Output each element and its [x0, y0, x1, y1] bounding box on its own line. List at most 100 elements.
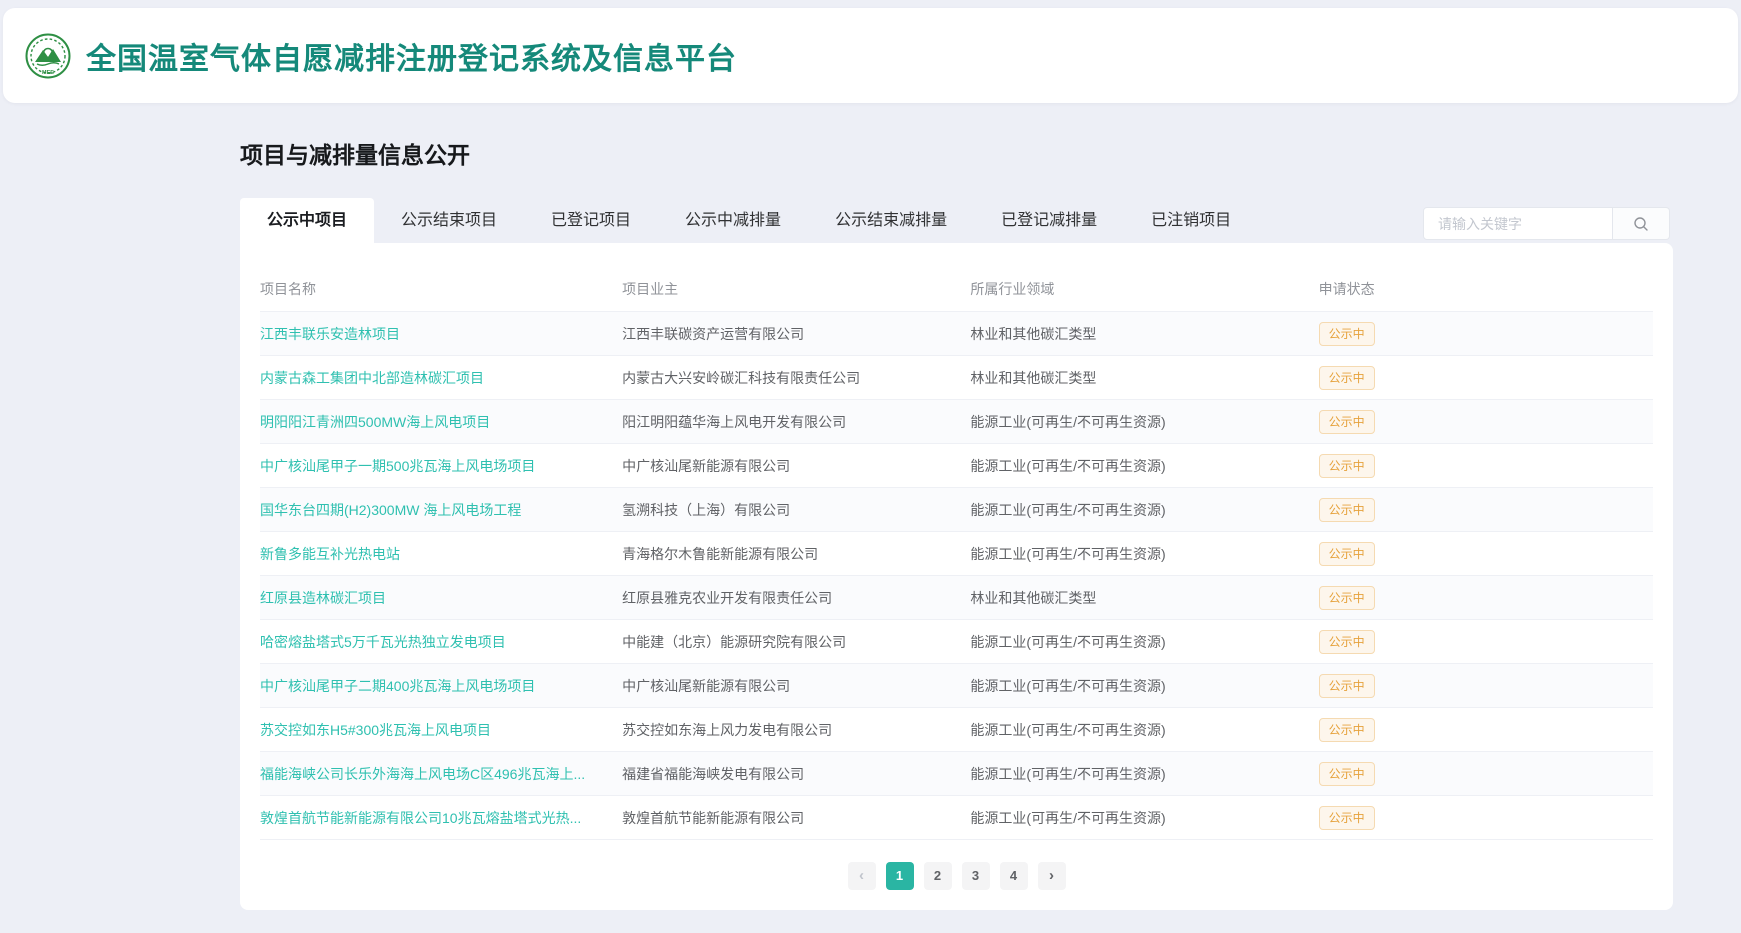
project-industry: 能源工业(可再生/不可再生资源): [970, 544, 1318, 564]
table-row: 哈密熔盐塔式5万千瓦光热独立发电项目 中能建（北京）能源研究院有限公司 能源工业…: [260, 619, 1653, 663]
tab-label: 已登记项目: [551, 212, 631, 229]
project-name-link[interactable]: 国华东台四期(H2)300MW 海上风电场工程: [260, 500, 622, 520]
section-title: 项目与减排量信息公开: [240, 103, 1673, 170]
project-status-cell: 公示中: [1319, 806, 1653, 830]
main-content: 项目与减排量信息公开 公示中项目 公示结束项目 已登记项目 公示中减排量 公示结…: [240, 103, 1673, 910]
search-icon: [1633, 216, 1649, 232]
project-name-link[interactable]: 中广核汕尾甲子二期400兆瓦海上风电场项目: [260, 676, 622, 696]
project-owner: 氢溯科技（上海）有限公司: [622, 500, 970, 520]
project-owner: 江西丰联碳资产运营有限公司: [622, 324, 970, 344]
project-name-link[interactable]: 红原县造林碳汇项目: [260, 588, 622, 608]
project-status-cell: 公示中: [1319, 586, 1653, 610]
search-button[interactable]: [1613, 207, 1670, 240]
project-name-link[interactable]: 明阳阳江青洲四500MW海上风电项目: [260, 412, 622, 432]
status-badge: 公示中: [1319, 454, 1375, 478]
project-owner: 阳江明阳蕴华海上风电开发有限公司: [622, 412, 970, 432]
project-name-link[interactable]: 内蒙古森工集团中北部造林碳汇项目: [260, 368, 622, 388]
table-row: 江西丰联乐安造林项目 江西丰联碳资产运营有限公司 林业和其他碳汇类型 公示中: [260, 311, 1653, 355]
page-number-label: 3: [972, 868, 979, 883]
chevron-right-icon[interactable]: ›: [1038, 862, 1066, 890]
project-industry: 能源工业(可再生/不可再生资源): [970, 764, 1318, 784]
project-status-cell: 公示中: [1319, 322, 1653, 346]
status-badge: 公示中: [1319, 410, 1375, 434]
svg-text:MEE: MEE: [42, 70, 54, 76]
project-industry: 能源工业(可再生/不可再生资源): [970, 632, 1318, 652]
page-number-button[interactable]: 3: [962, 862, 990, 890]
page-number-label: 1: [896, 868, 903, 883]
mee-logo-icon: MEE: [25, 33, 71, 79]
status-badge: 公示中: [1319, 322, 1375, 346]
status-badge: 公示中: [1319, 586, 1375, 610]
chevron-left-icon[interactable]: ‹: [848, 862, 876, 890]
project-industry: 能源工业(可再生/不可再生资源): [970, 500, 1318, 520]
status-badge: 公示中: [1319, 718, 1375, 742]
tab-item[interactable]: 已登记减排量: [974, 198, 1124, 243]
project-name-link[interactable]: 哈密熔盐塔式5万千瓦光热独立发电项目: [260, 632, 622, 652]
project-status-cell: 公示中: [1319, 366, 1653, 390]
tab-label: 公示中项目: [267, 212, 347, 229]
column-header-name: 项目名称: [260, 279, 622, 299]
tab-label: 公示中减排量: [685, 212, 781, 229]
column-header-industry: 所属行业领域: [970, 279, 1318, 299]
project-status-cell: 公示中: [1319, 630, 1653, 654]
page-number-label: 2: [934, 868, 941, 883]
project-name-link[interactable]: 敦煌首航节能新能源有限公司10兆瓦熔盐塔式光热...: [260, 808, 622, 828]
table-header: 项目名称 项目业主 所属行业领域 申请状态: [260, 267, 1653, 311]
tab-item[interactable]: 公示结束减排量: [808, 198, 974, 243]
project-industry: 林业和其他碳汇类型: [970, 324, 1318, 344]
column-header-owner: 项目业主: [622, 279, 970, 299]
page-number-button[interactable]: 4: [1000, 862, 1028, 890]
column-header-status: 申请状态: [1319, 279, 1653, 299]
project-owner: 红原县雅克农业开发有限责任公司: [622, 588, 970, 608]
tab-label: 公示结束项目: [401, 212, 497, 229]
pagination: ‹ 1 2 3 4 ›: [260, 862, 1653, 890]
table-row: 敦煌首航节能新能源有限公司10兆瓦熔盐塔式光热... 敦煌首航节能新能源有限公司…: [260, 795, 1653, 839]
tab-item[interactable]: 已登记项目: [524, 198, 658, 243]
table-row: 国华东台四期(H2)300MW 海上风电场工程 氢溯科技（上海）有限公司 能源工…: [260, 487, 1653, 531]
table-body: 江西丰联乐安造林项目 江西丰联碳资产运营有限公司 林业和其他碳汇类型 公示中 内…: [260, 311, 1653, 840]
project-owner: 内蒙古大兴安岭碳汇科技有限责任公司: [622, 368, 970, 388]
project-name-link[interactable]: 中广核汕尾甲子一期500兆瓦海上风电场项目: [260, 456, 622, 476]
project-industry: 林业和其他碳汇类型: [970, 368, 1318, 388]
status-badge: 公示中: [1319, 366, 1375, 390]
tab-label: 已登记减排量: [1001, 212, 1097, 229]
project-owner: 中广核汕尾新能源有限公司: [622, 676, 970, 696]
project-name-link[interactable]: 福能海峡公司长乐外海海上风电场C区496兆瓦海上...: [260, 764, 622, 784]
project-industry: 能源工业(可再生/不可再生资源): [970, 720, 1318, 740]
project-industry: 林业和其他碳汇类型: [970, 588, 1318, 608]
project-status-cell: 公示中: [1319, 454, 1653, 478]
project-name-link[interactable]: 新鲁多能互补光热电站: [260, 544, 622, 564]
table-row: 红原县造林碳汇项目 红原县雅克农业开发有限责任公司 林业和其他碳汇类型 公示中: [260, 575, 1653, 619]
project-name-link[interactable]: 苏交控如东H5#300兆瓦海上风电项目: [260, 720, 622, 740]
tab-item[interactable]: 公示中减排量: [658, 198, 808, 243]
table-row: 苏交控如东H5#300兆瓦海上风电项目 苏交控如东海上风力发电有限公司 能源工业…: [260, 707, 1653, 751]
search-box: [1423, 207, 1670, 240]
project-industry: 能源工业(可再生/不可再生资源): [970, 808, 1318, 828]
search-input[interactable]: [1423, 207, 1613, 240]
table-row: 中广核汕尾甲子二期400兆瓦海上风电场项目 中广核汕尾新能源有限公司 能源工业(…: [260, 663, 1653, 707]
project-owner: 青海格尔木鲁能新能源有限公司: [622, 544, 970, 564]
tab-item[interactable]: 公示结束项目: [374, 198, 524, 243]
project-status-cell: 公示中: [1319, 542, 1653, 566]
table-row: 内蒙古森工集团中北部造林碳汇项目 内蒙古大兴安岭碳汇科技有限责任公司 林业和其他…: [260, 355, 1653, 399]
tab-item[interactable]: 已注销项目: [1124, 198, 1258, 243]
project-owner: 苏交控如东海上风力发电有限公司: [622, 720, 970, 740]
page-number-button[interactable]: 2: [924, 862, 952, 890]
status-badge: 公示中: [1319, 674, 1375, 698]
project-owner: 敦煌首航节能新能源有限公司: [622, 808, 970, 828]
table-row: 中广核汕尾甲子一期500兆瓦海上风电场项目 中广核汕尾新能源有限公司 能源工业(…: [260, 443, 1653, 487]
project-status-cell: 公示中: [1319, 410, 1653, 434]
project-name-link[interactable]: 江西丰联乐安造林项目: [260, 324, 622, 344]
page-number-button[interactable]: 1: [886, 862, 914, 890]
status-badge: 公示中: [1319, 542, 1375, 566]
project-owner: 中广核汕尾新能源有限公司: [622, 456, 970, 476]
table-row: 福能海峡公司长乐外海海上风电场C区496兆瓦海上... 福建省福能海峡发电有限公…: [260, 751, 1653, 795]
tab-item[interactable]: 公示中项目: [240, 198, 374, 243]
project-industry: 能源工业(可再生/不可再生资源): [970, 676, 1318, 696]
projects-card: 项目名称 项目业主 所属行业领域 申请状态 江西丰联乐安造林项目 江西丰联碳资产…: [240, 243, 1673, 910]
project-status-cell: 公示中: [1319, 674, 1653, 698]
status-badge: 公示中: [1319, 806, 1375, 830]
project-industry: 能源工业(可再生/不可再生资源): [970, 412, 1318, 432]
tab-label: 公示结束减排量: [835, 212, 947, 229]
status-badge: 公示中: [1319, 630, 1375, 654]
